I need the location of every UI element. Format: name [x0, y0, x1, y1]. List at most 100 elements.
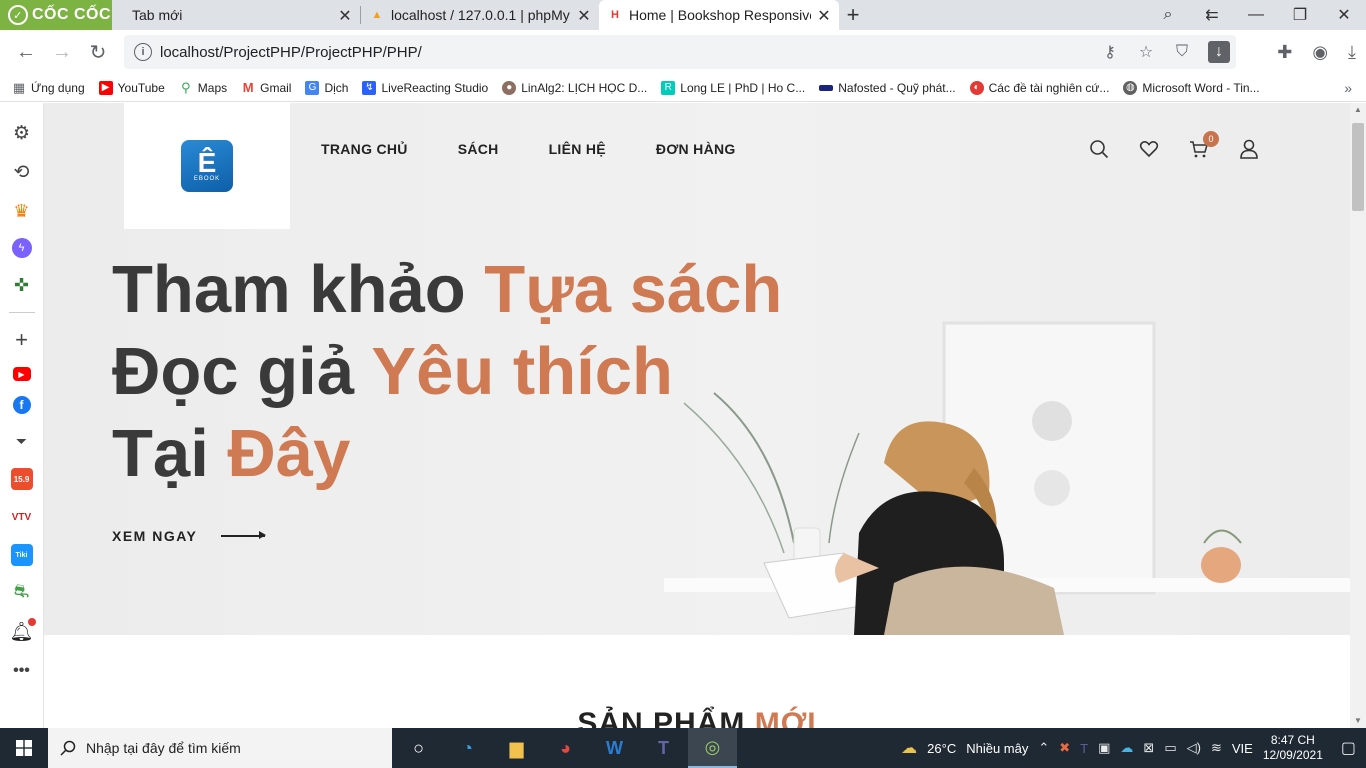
close-window-button[interactable]: ✕ — [1322, 0, 1366, 30]
clock[interactable]: 8:47 CH 12/09/2021 — [1263, 733, 1323, 763]
chevron-up-icon[interactable]: ⌃ — [1038, 740, 1049, 756]
downloads-icon[interactable]: ⤓ — [1348, 42, 1356, 63]
weather-temp[interactable]: 26°C — [927, 741, 956, 756]
messenger-icon[interactable]: ϟ — [11, 238, 32, 258]
weather-text[interactable]: Nhiều mây — [966, 741, 1028, 756]
page-scrollbar[interactable]: ▲ ▼ — [1350, 103, 1366, 728]
bookmark-gmail[interactable]: M Gmail — [241, 80, 292, 95]
gamepad-icon[interactable]: ✜ — [10, 273, 34, 297]
bookmark-livereacting[interactable]: ↯ LiveReacting Studio — [362, 80, 488, 95]
history-icon[interactable]: ⟲ — [10, 160, 34, 184]
teams-icon[interactable]: T — [639, 728, 688, 768]
back-arrow-icon[interactable]: ⇇ — [1190, 0, 1234, 30]
shield-icon[interactable]: ⛉ — [1172, 43, 1192, 61]
tab-search-icon[interactable]: ⌕ — [1146, 0, 1190, 30]
key-icon[interactable]: ⚷ — [1100, 42, 1120, 62]
close-tab-icon[interactable]: ✕ — [575, 6, 593, 26]
coccoc-brand-button[interactable]: ✓ CỐC CỐC — [0, 0, 112, 30]
nafosted-icon — [819, 84, 834, 91]
task-view-icon[interactable]: ○ — [394, 728, 443, 768]
bookshop-favicon-icon: H — [611, 9, 619, 21]
onedrive-icon[interactable]: ☁ — [1120, 740, 1133, 756]
windows-logo-icon — [16, 740, 32, 756]
taskbar-search[interactable]: Nhập tại đây để tìm kiếm — [48, 728, 392, 768]
shop-now-link[interactable]: XEM NGAY — [112, 528, 267, 544]
user-icon[interactable] — [1239, 139, 1259, 159]
nav-orders[interactable]: ĐƠN HÀNG — [656, 141, 736, 157]
tiki-icon[interactable]: Tiki — [10, 544, 33, 566]
bookmark-translate[interactable]: G Dịch — [305, 80, 348, 95]
globe-icon: ◐ — [969, 80, 984, 95]
reload-button[interactable]: ↻ — [80, 34, 116, 70]
network-icon[interactable]: ⊠ — [1143, 740, 1154, 756]
nav-home[interactable]: TRANG CHỦ — [321, 141, 408, 157]
new-tab-button[interactable]: + — [839, 0, 867, 30]
bookmark-word[interactable]: ◍ Microsoft Word - Tin... — [1123, 80, 1260, 95]
nav-contact[interactable]: LIÊN HỆ — [549, 141, 606, 157]
vtv-icon[interactable]: VTV — [10, 505, 34, 529]
start-button[interactable] — [0, 728, 48, 768]
crown-icon[interactable]: ♛ — [10, 199, 34, 223]
extensions-icon[interactable]: ✚ — [1277, 42, 1292, 63]
bookmark-nafosted[interactable]: Nafosted - Quỹ phát... — [819, 81, 956, 95]
address-bar[interactable]: i localhost/ProjectPHP/ProjectPHP/PHP/ ⚷… — [124, 35, 1236, 69]
profile-icon[interactable]: ◉ — [1312, 42, 1328, 63]
nav-books[interactable]: SÁCH — [458, 141, 499, 157]
page-viewport: Ê EBOOK TRANG CHỦ SÁCH LIÊN HỆ ĐƠN HÀNG — [44, 103, 1350, 728]
plus-icon[interactable]: + — [10, 327, 34, 352]
download-video-icon[interactable]: ↓ — [1208, 41, 1230, 63]
coccoc-taskbar-icon[interactable]: ◎ — [688, 728, 737, 768]
omnibox-icons: ⚷ ☆ ⛉ ↓ — [1100, 35, 1230, 69]
input-language[interactable]: VIE — [1232, 741, 1253, 756]
bookmark-youtube[interactable]: ▶ YouTube — [98, 80, 165, 95]
bookmark-maps[interactable]: ⚲ Maps — [179, 80, 227, 95]
more-icon[interactable]: ••• — [10, 659, 34, 683]
bookmark-star-icon[interactable]: ☆ — [1136, 42, 1156, 62]
shopee-icon[interactable]: 15.9 — [10, 468, 33, 490]
volume-icon[interactable]: ◁) — [1187, 740, 1201, 756]
edge-icon[interactable]: ◔ — [443, 728, 492, 768]
chrome-icon[interactable]: ◕ — [541, 728, 590, 768]
search-icon[interactable] — [1089, 139, 1109, 159]
bell-icon[interactable]: 🔔︎ — [9, 618, 36, 644]
notification-center-icon[interactable]: ▢ — [1341, 738, 1356, 758]
youtube-icon[interactable]: ▶ — [12, 367, 31, 381]
forward-button[interactable]: → — [44, 34, 80, 70]
scroll-up-icon[interactable]: ▲ — [1350, 103, 1366, 117]
teams-tray-icon[interactable]: T — [1080, 741, 1088, 756]
cart-button[interactable]: 0 — [1189, 131, 1219, 159]
tab-new-tab[interactable]: Tab mới ✕ — [112, 0, 360, 30]
maximize-button[interactable]: ❐ — [1278, 0, 1322, 30]
bookmark-researchgate[interactable]: R Long LE | PhD | Ho C... — [661, 80, 805, 95]
xampp-icon[interactable]: ✖ — [1059, 740, 1070, 756]
close-tab-icon[interactable]: ✕ — [336, 6, 354, 26]
scroll-down-icon[interactable]: ▼ — [1350, 714, 1366, 728]
tab-bookshop-home[interactable]: H Home | Bookshop Responsive ✕ — [599, 0, 839, 30]
youtube-icon: ▶ — [98, 80, 113, 95]
close-tab-icon[interactable]: ✕ — [815, 6, 833, 26]
download-icon[interactable]: ⏷ — [10, 429, 34, 453]
facebook-icon[interactable]: f — [12, 396, 31, 414]
weather-cloud-icon[interactable]: ☁ — [901, 738, 917, 758]
researchgate-icon: R — [661, 80, 676, 95]
meet-now-icon[interactable]: ▣ — [1098, 740, 1110, 756]
back-button[interactable]: ← — [8, 34, 44, 70]
minimize-button[interactable]: — — [1234, 0, 1278, 30]
tab-phpmyadmin[interactable]: ▲ localhost / 127.0.0.1 | phpMy ✕ — [361, 0, 599, 30]
gear-icon[interactable]: ⚙ — [10, 121, 34, 145]
site-info-icon[interactable]: i — [134, 43, 152, 61]
file-explorer-icon[interactable]: ▆ — [492, 728, 541, 768]
bookmark-research-topics[interactable]: ◐ Các đề tài nghiên cứ... — [969, 80, 1109, 95]
logo-text: EBOOK — [193, 176, 221, 182]
site-logo[interactable]: Ê EBOOK — [124, 103, 290, 229]
scrollbar-thumb[interactable] — [1352, 123, 1364, 211]
more-bookmarks-icon[interactable]: » — [1344, 80, 1352, 96]
wifi-icon[interactable]: ≋ — [1211, 740, 1222, 756]
bookmark-apps[interactable]: ▦ Ứng dụng — [12, 80, 85, 95]
cta-label: XEM NGAY — [112, 528, 198, 544]
word-icon[interactable]: W — [590, 728, 639, 768]
battery-icon[interactable]: ▭ — [1164, 740, 1176, 756]
controller-icon[interactable]: ⛐ — [10, 581, 34, 605]
bookmark-linalg2[interactable]: ● LinAlg2: LỊCH HỌC D... — [502, 80, 647, 95]
heart-icon[interactable] — [1139, 139, 1159, 159]
